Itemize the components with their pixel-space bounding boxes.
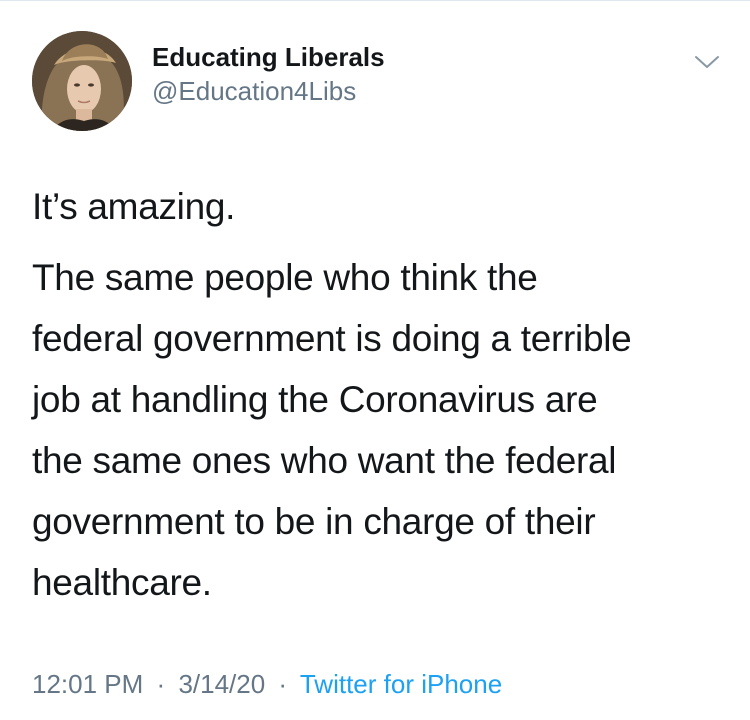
- user-identity: Educating Liberals @Education4Libs: [152, 41, 385, 107]
- tweet-text-line: healthcare.: [32, 562, 212, 603]
- tweet-text-line: federal government is doing a terrible: [32, 318, 632, 359]
- tweet-text-body: The same people who think the federal go…: [32, 247, 732, 613]
- tweet-meta: 12:01 PM · 3/14/20 · Twitter for iPhone: [32, 664, 502, 704]
- tweet-text: It’s amazing. The same people who think …: [32, 176, 732, 613]
- meta-separator: ·: [156, 669, 166, 699]
- more-options-button[interactable]: [692, 47, 722, 77]
- tweet-text-line: the same ones who want the federal: [32, 440, 617, 481]
- profile-photo-icon: [32, 31, 132, 131]
- chevron-down-icon: [695, 56, 719, 68]
- avatar[interactable]: [32, 31, 132, 131]
- tweet-header: Educating Liberals @Education4Libs: [32, 31, 722, 131]
- display-name[interactable]: Educating Liberals: [152, 41, 385, 73]
- tweet-text-intro: It’s amazing.: [32, 186, 236, 227]
- tweet-source-link[interactable]: Twitter for iPhone: [300, 669, 502, 699]
- tweet-date[interactable]: 3/14/20: [178, 669, 265, 699]
- meta-separator: ·: [278, 669, 288, 699]
- user-handle[interactable]: @Education4Libs: [152, 75, 385, 107]
- tweet-text-line: government to be in charge of their: [32, 501, 596, 542]
- tweet-text-line: job at handling the Coronavirus are: [32, 379, 598, 420]
- tweet-text-line: The same people who think the: [32, 257, 538, 298]
- tweet-card: Educating Liberals @Education4Libs It’s …: [0, 0, 750, 720]
- tweet-time[interactable]: 12:01 PM: [32, 669, 143, 699]
